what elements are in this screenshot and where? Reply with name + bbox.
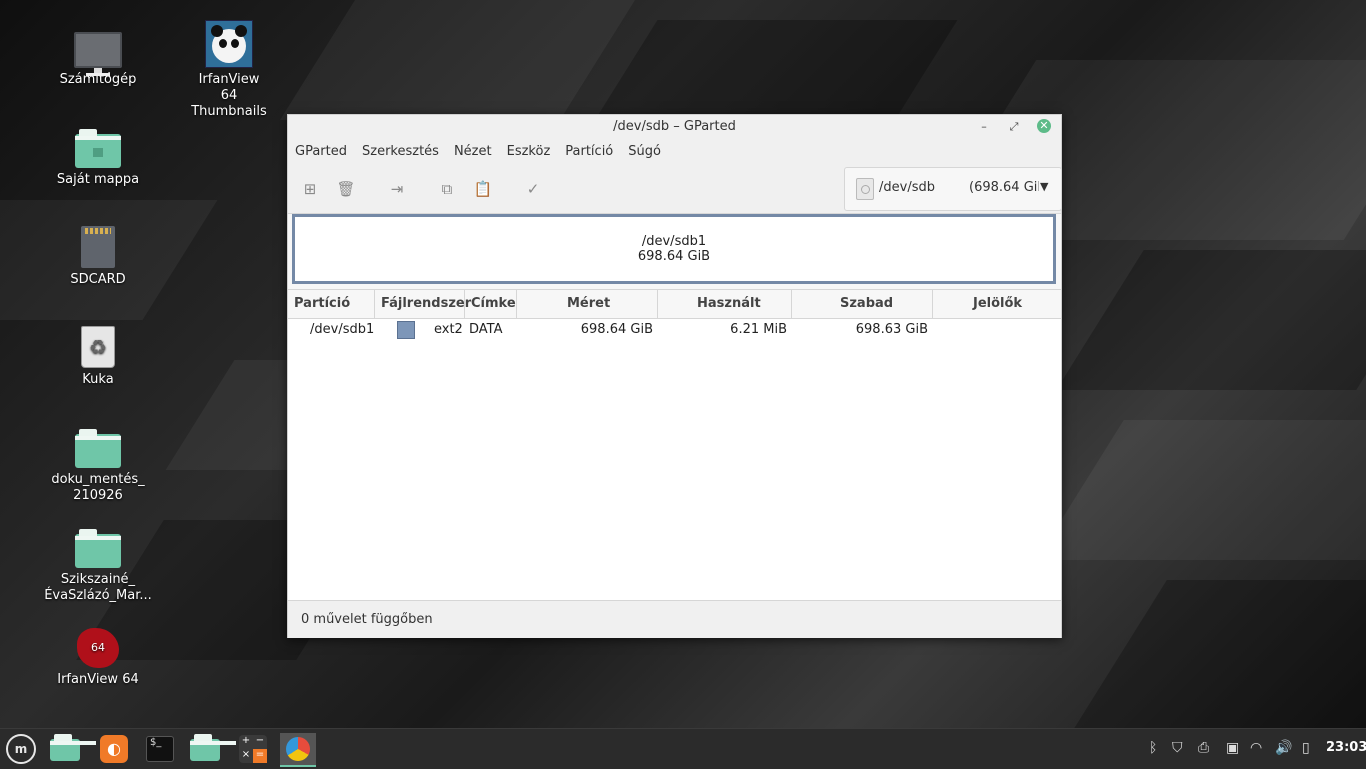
folder-icon	[43, 422, 153, 468]
visual-partition-name: /dev/sdb1	[641, 234, 707, 249]
desktop-icon-label: doku_mentés_ 210926	[51, 472, 145, 503]
printer-icon[interactable]: ⎙	[1198, 740, 1209, 756]
desktop-icon-label: Saját mappa	[56, 172, 140, 187]
irfanview-badge: 64	[91, 641, 105, 654]
gparted-taskbar-icon[interactable]	[280, 733, 316, 767]
status-bar: 0 művelet függőben	[288, 600, 1061, 638]
menu-partition[interactable]: Partíció	[558, 139, 621, 165]
bluetooth-icon[interactable]: ᛒ	[1149, 740, 1157, 756]
desktop-icon-label: IrfanView 64	[57, 672, 139, 687]
pending-operations-text: 0 művelet függőben	[301, 612, 433, 627]
table-row[interactable]: /dev/sdb1 ext2 DATA 698.64 GiB 6.21 MiB …	[288, 318, 1061, 342]
toolbar: ⊞ 🗑 ⇥ ⧉ 📋 ✓ /dev/sdb (698.64 GiB ▼	[288, 165, 1062, 214]
irfanview-icon: 64	[43, 622, 153, 668]
menu-gparted[interactable]: GParted	[288, 139, 355, 165]
paste-icon[interactable]: 📋	[473, 180, 493, 198]
chevron-down-icon: ▼	[1040, 180, 1049, 193]
new-partition-icon[interactable]: ⊞	[300, 180, 320, 198]
copy-icon[interactable]: ⧉	[437, 180, 457, 198]
column-header-label[interactable]: Címke	[471, 296, 516, 311]
desktop-icon-folder-szamla[interactable]: Szikszainé_ ÉvaSzlázó_Mar...	[43, 522, 153, 604]
trash-icon: ♻	[43, 322, 153, 368]
desktop-icon-irfanview[interactable]: 64 IrfanView 64	[43, 622, 153, 688]
firefox-icon[interactable]: ◐	[98, 733, 130, 765]
row-partition: /dev/sdb1	[310, 322, 375, 337]
close-button[interactable]: ✕	[1037, 119, 1051, 133]
desktop-icon-label: Szikszainé_ ÉvaSzlázó_Mar...	[44, 572, 152, 603]
column-header-size[interactable]: Méret	[567, 296, 610, 311]
title-bar[interactable]: /dev/sdb – GParted – ⤢ ✕	[288, 115, 1061, 139]
taskbar: m ◐ $_ + − × = ᛒ ⛉ ⎙ ▣ ◠ 🔊 ▯ 23:03	[0, 728, 1366, 769]
menu-edit[interactable]: Szerkesztés	[355, 139, 447, 165]
row-used: 6.21 MiB	[730, 322, 787, 337]
desktop-icon-folder-doku[interactable]: doku_mentés_ 210926	[43, 422, 153, 504]
visual-partition-size: 698.64 GiB	[637, 249, 711, 264]
row-free: 698.63 GiB	[855, 322, 928, 337]
maximize-button[interactable]: ⤢	[1005, 118, 1023, 136]
gparted-window: /dev/sdb – GParted – ⤢ ✕ GParted Szerkes…	[287, 114, 1062, 638]
clipboard-icon[interactable]: ▣	[1226, 740, 1239, 756]
battery-icon[interactable]: ▯	[1302, 740, 1310, 756]
disk-icon	[856, 178, 874, 200]
minimize-button[interactable]: –	[975, 118, 993, 136]
column-header-filesystem[interactable]: Fájlrendszer	[381, 296, 471, 311]
sdcard-icon	[43, 222, 153, 268]
wifi-icon[interactable]: ◠	[1250, 740, 1262, 756]
column-header-partition[interactable]: Partíció	[294, 296, 350, 311]
calculator-icon[interactable]: + − × =	[237, 733, 269, 765]
menu-device[interactable]: Eszköz	[500, 139, 559, 165]
column-header-free[interactable]: Szabad	[840, 296, 893, 311]
panda-icon	[174, 20, 284, 68]
menu-bar: GParted Szerkesztés Nézet Eszköz Partíci…	[288, 139, 1061, 165]
device-name: /dev/sdb	[879, 180, 935, 195]
apply-icon[interactable]: ✓	[523, 180, 543, 198]
folder-icon[interactable]	[190, 733, 236, 765]
row-size: 698.64 GiB	[580, 322, 653, 337]
partition-table-header: Partíció Fájlrendszer Címke Méret Haszná…	[288, 289, 1061, 319]
column-header-used[interactable]: Használt	[697, 296, 761, 311]
row-filesystem: ext2	[434, 322, 463, 337]
filesystem-color-swatch	[397, 321, 415, 339]
folder-icon	[43, 522, 153, 568]
device-selector[interactable]: /dev/sdb (698.64 GiB ▼	[844, 167, 1062, 211]
mint-menu-icon[interactable]: m	[5, 733, 37, 765]
desktop-icon-label: Kuka	[82, 372, 114, 387]
desktop-icon-irfanview-thumbnails[interactable]: IrfanView 64 Thumbnails	[174, 20, 284, 120]
desktop-icon-trash[interactable]: ♻ Kuka	[43, 322, 153, 388]
volume-icon[interactable]: 🔊	[1275, 740, 1292, 756]
desktop-icon-sdcard[interactable]: SDCARD	[43, 222, 153, 288]
desktop-icon-label: SDCARD	[70, 272, 126, 287]
window-title: /dev/sdb – GParted	[613, 119, 736, 134]
file-manager-icon[interactable]	[50, 733, 96, 765]
partition-list	[288, 317, 1061, 600]
row-label: DATA	[469, 322, 503, 337]
menu-help[interactable]: Súgó	[621, 139, 669, 165]
column-header-flags[interactable]: Jelölők	[973, 296, 1022, 311]
shield-icon[interactable]: ⛉	[1172, 740, 1183, 756]
computer-icon	[43, 22, 153, 76]
delete-icon[interactable]: 🗑	[336, 180, 356, 198]
resize-move-icon[interactable]: ⇥	[387, 180, 407, 198]
terminal-icon[interactable]: $_	[144, 733, 176, 765]
menu-view[interactable]: Nézet	[447, 139, 500, 165]
desktop-icon-home[interactable]: Saját mappa	[43, 122, 153, 188]
desktop-icon-computer[interactable]: Számítógép	[43, 22, 153, 88]
home-folder-icon	[43, 122, 153, 168]
partition-visual[interactable]: /dev/sdb1 698.64 GiB	[292, 214, 1056, 284]
clock[interactable]: 23:03	[1326, 740, 1366, 755]
desktop-icon-label: IrfanView 64 Thumbnails	[191, 72, 267, 119]
device-size: (698.64 GiB	[969, 180, 1039, 195]
